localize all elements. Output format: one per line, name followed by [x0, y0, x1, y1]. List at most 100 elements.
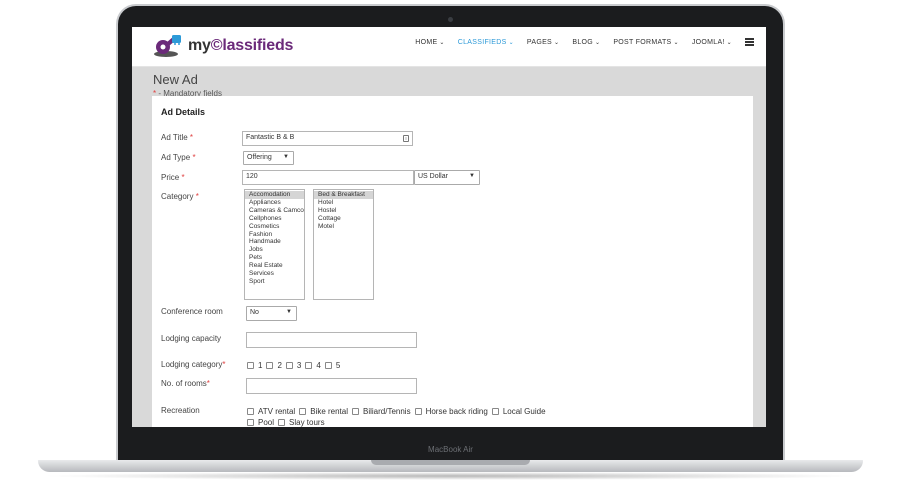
num-rooms-label: No. of rooms* — [161, 379, 210, 388]
contact-card-icon: ≡ — [403, 135, 409, 142]
num-rooms-input[interactable] — [246, 378, 417, 394]
site-logo[interactable]: my©lassifieds — [152, 31, 293, 61]
required-star: * — [181, 173, 185, 182]
currency-select[interactable]: US Dollar ▼ — [414, 170, 480, 185]
checkbox[interactable] — [352, 408, 359, 415]
category-option[interactable]: Cellphones — [245, 215, 304, 223]
nav-item-pages[interactable]: PAGES ⌄ — [527, 39, 559, 46]
nav-item-joomla[interactable]: JOOMLA! ⌄ — [692, 39, 732, 46]
checkbox[interactable] — [324, 362, 332, 369]
checkbox-option[interactable]: Bike rental — [299, 407, 348, 416]
nav-item-classifieds[interactable]: CLASSIFIEDS ⌄ — [458, 39, 514, 46]
required-star: * — [195, 192, 199, 201]
checkbox-label: Pool — [258, 418, 275, 427]
ad-title-input[interactable]: Fantastic B & B ≡ — [242, 131, 413, 146]
checkbox[interactable] — [305, 362, 313, 369]
chevron-down-icon: ⌄ — [508, 40, 514, 46]
camera-dot — [448, 17, 453, 22]
nav-item-label: CLASSIFIEDS — [457, 39, 507, 46]
checkbox[interactable] — [247, 419, 254, 426]
subcategory-option[interactable]: Motel — [314, 223, 373, 231]
chevron-down-icon: ⌄ — [726, 40, 732, 46]
category-option[interactable]: Cameras & Camcor — [245, 207, 304, 215]
checkbox-option[interactable]: Biliard/Tennis — [352, 407, 411, 416]
category-option[interactable]: Handmade — [245, 238, 304, 246]
price-value: 120 — [246, 173, 258, 180]
section-title: Ad Details — [161, 107, 206, 117]
checkbox[interactable] — [285, 362, 293, 369]
checkbox-label: 2 — [277, 361, 282, 370]
required-star: * — [192, 153, 196, 162]
chevron-down-icon: ⌄ — [554, 40, 560, 46]
required-star: * — [222, 360, 226, 369]
page-title: New Ad — [153, 72, 198, 87]
checkbox-option[interactable]: 4 — [305, 361, 321, 370]
checkbox-option[interactable]: Local Guide — [491, 407, 546, 416]
lodging-capacity-input[interactable] — [246, 332, 417, 348]
label-text: Lodging category — [161, 360, 223, 369]
currency-value: US Dollar — [418, 173, 448, 180]
label-text: Ad Title — [161, 133, 188, 142]
checkbox[interactable] — [491, 408, 499, 415]
site-header: my©lassifieds HOME ⌄ CLASSIFIEDS ⌄ PAGES ⌄ … — [132, 27, 766, 67]
subcategory-option[interactable]: Bed & Breakfast — [314, 191, 373, 199]
ad-type-select[interactable]: Offering ▼ — [243, 151, 294, 165]
checkbox[interactable] — [299, 408, 307, 415]
category-option[interactable]: Accomodation — [245, 191, 304, 199]
checkbox-option[interactable]: Slay tours — [278, 418, 325, 427]
nav-item-blog[interactable]: BLOG ⌄ — [572, 39, 600, 46]
category-option[interactable]: Sport — [245, 278, 304, 286]
category-option[interactable]: Pets — [245, 254, 304, 262]
browser-screen: my©lassifieds HOME ⌄ CLASSIFIEDS ⌄ PAGES ⌄ … — [132, 27, 766, 427]
dropdown-arrow-icon: ▼ — [283, 154, 289, 160]
subcategory-option[interactable]: Cottage — [314, 215, 373, 223]
label-text: Category — [161, 192, 194, 201]
category-listbox[interactable]: Accomodation Appliances Cameras & Camcor Ce… — [244, 189, 305, 300]
recreation-checkboxes-row-1: ATV rental Bike rental Biliard/Tennis Horse… — [247, 407, 550, 416]
nav-item-home[interactable]: HOME ⌄ — [415, 39, 445, 46]
checkbox-option[interactable]: ATV rental — [247, 407, 295, 416]
checkbox[interactable] — [247, 362, 254, 369]
conference-room-value: No — [250, 309, 259, 316]
category-option[interactable]: Jobs — [245, 246, 304, 254]
checkbox[interactable] — [278, 419, 286, 426]
category-option[interactable]: Appliances — [245, 199, 304, 207]
price-input[interactable]: 120 — [242, 170, 414, 185]
category-option[interactable]: Cosmetics — [245, 223, 304, 231]
nav-item-post-formats[interactable]: POST FORMATS ⌄ — [613, 39, 679, 46]
checkbox-option[interactable]: Horse back riding — [414, 407, 488, 416]
ad-title-value: Fantastic B & B — [246, 134, 295, 141]
menu-hamburger-icon[interactable] — [745, 38, 754, 46]
price-label: Price * — [161, 173, 185, 182]
laptop-notch — [371, 460, 530, 465]
checkbox-label: Biliard/Tennis — [363, 407, 411, 416]
checkbox-option[interactable]: 5 — [324, 361, 340, 370]
category-option[interactable]: Real Estate — [245, 262, 304, 270]
category-option[interactable]: Services — [245, 270, 304, 278]
subcategory-listbox[interactable]: Bed & Breakfast Hotel Hostel Cottage Motel — [313, 189, 374, 300]
checkbox-label: ATV rental — [258, 407, 296, 416]
checkbox[interactable] — [247, 408, 254, 415]
ad-type-label: Ad Type * — [161, 153, 196, 162]
nav-item-label: POST FORMATS — [613, 39, 672, 46]
ad-type-value: Offering — [247, 154, 272, 161]
checkbox[interactable] — [266, 362, 274, 369]
main-nav: HOME ⌄ CLASSIFIEDS ⌄ PAGES ⌄ BLOG ⌄ POST FOR… — [415, 39, 732, 46]
checkbox-label: 3 — [296, 361, 302, 370]
category-option[interactable]: Fashion — [245, 231, 304, 239]
checkbox-option[interactable]: 3 — [285, 361, 302, 370]
recreation-label: Recreation — [161, 406, 200, 415]
subcategory-option[interactable]: Hostel — [314, 207, 373, 215]
logo-tag-icon — [152, 33, 188, 59]
checkbox-option[interactable]: Pool — [247, 418, 274, 427]
chevron-down-icon: ⌄ — [673, 40, 679, 46]
subcategory-option[interactable]: Hotel — [314, 199, 373, 207]
checkbox[interactable] — [414, 408, 422, 415]
checkbox-option[interactable]: 2 — [266, 361, 282, 370]
checkbox-option[interactable]: 1 — [247, 361, 262, 370]
conference-room-select[interactable]: No ▼ — [246, 306, 297, 321]
lodging-category-label: Lodging category* — [161, 360, 226, 369]
lodging-category-checkboxes: 1 2 3 4 5 — [247, 361, 344, 370]
ad-title-label: Ad Title * — [161, 133, 193, 142]
required-star: * — [206, 379, 210, 388]
